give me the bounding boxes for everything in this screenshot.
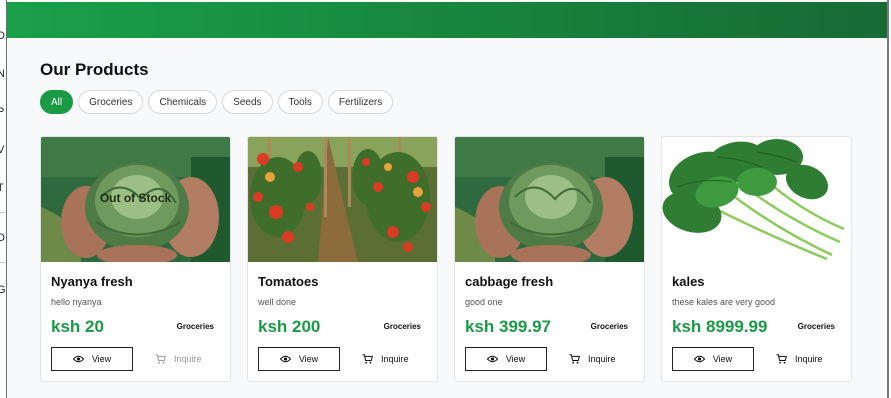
product-description: these kales are very good <box>672 297 776 307</box>
cart-icon <box>155 354 166 364</box>
edge-letter: T <box>0 182 4 194</box>
edge-letter: V <box>0 144 4 156</box>
inquire-label: Inquire <box>174 354 202 364</box>
inquire-button[interactable]: Inquire <box>155 347 202 371</box>
edge-letter: G <box>0 284 6 296</box>
category-filters: All Groceries Chemicals Seeds Tools Fert… <box>40 90 394 114</box>
product-card[interactable]: Out of Stock Nyanya fresh hello nyanya k… <box>40 136 231 382</box>
product-category: Groceries <box>176 322 214 331</box>
view-button[interactable]: View <box>258 347 340 371</box>
product-image-tomatoes[interactable] <box>248 137 437 262</box>
filter-tools[interactable]: Tools <box>277 90 323 114</box>
edge-divider <box>0 212 6 213</box>
product-description: hello nyanya <box>51 297 102 307</box>
edge-letter: N <box>0 68 5 80</box>
filter-all[interactable]: All <box>40 90 74 114</box>
edge-letter: P <box>0 106 4 118</box>
product-price: ksh 20 <box>51 317 104 336</box>
view-label: View <box>91 354 112 364</box>
filter-fertilizers[interactable]: Fertilizers <box>327 90 394 114</box>
view-button[interactable]: View <box>465 347 547 371</box>
filter-seeds[interactable]: Seeds <box>222 90 273 114</box>
eye-icon <box>693 355 705 363</box>
cart-icon <box>569 354 580 364</box>
view-label: View <box>298 354 319 364</box>
eye-icon <box>279 355 291 363</box>
product-card[interactable]: kales these kales are very good ksh 8999… <box>661 136 852 382</box>
product-description: well done <box>258 297 297 307</box>
out-of-stock-badge: Out of Stock <box>99 191 172 205</box>
edge-letter: D <box>0 232 5 244</box>
product-price: ksh 8999.99 <box>672 317 768 336</box>
product-card[interactable]: Tomatoes well done ksh 200 Groceries Vie… <box>247 136 438 382</box>
product-image-cabbage[interactable] <box>455 137 644 262</box>
product-name: Tomatoes <box>258 274 319 289</box>
inquire-label: Inquire <box>588 354 616 364</box>
view-label: View <box>712 354 733 364</box>
inquire-label: Inquire <box>795 354 823 364</box>
view-button[interactable]: View <box>51 347 133 371</box>
inquire-button[interactable]: Inquire <box>362 347 409 371</box>
header-banner <box>6 2 889 38</box>
inquire-button[interactable]: Inquire <box>569 347 616 371</box>
background-page-edge: D N P V T D G <box>0 0 7 398</box>
product-category: Groceries <box>797 322 835 331</box>
product-name: kales <box>672 274 705 289</box>
section-title: Our Products <box>40 60 149 79</box>
inquire-label: Inquire <box>381 354 409 364</box>
product-grid: Out of Stock Nyanya fresh hello nyanya k… <box>40 136 852 382</box>
product-card[interactable]: cabbage fresh good one ksh 399.97 Grocer… <box>454 136 645 382</box>
product-price: ksh 200 <box>258 317 321 336</box>
cart-icon <box>776 354 787 364</box>
window-edge <box>887 0 889 398</box>
view-label: View <box>505 354 526 364</box>
product-name: Nyanya fresh <box>51 274 133 289</box>
edge-divider <box>0 262 6 263</box>
view-button[interactable]: View <box>672 347 754 371</box>
filter-groceries[interactable]: Groceries <box>78 90 144 114</box>
product-name: cabbage fresh <box>465 274 554 289</box>
product-image-kales[interactable] <box>662 137 851 262</box>
product-category: Groceries <box>383 322 421 331</box>
inquire-button[interactable]: Inquire <box>776 347 823 371</box>
product-price: ksh 399.97 <box>465 317 552 336</box>
product-description: good one <box>465 297 503 307</box>
cart-icon <box>362 354 373 364</box>
product-image-cabbage[interactable]: Out of Stock <box>41 137 230 262</box>
eye-icon <box>72 355 84 363</box>
eye-icon <box>486 355 498 363</box>
products-panel: Our Products All Groceries Chemicals See… <box>6 0 889 398</box>
filter-chemicals[interactable]: Chemicals <box>148 90 218 114</box>
product-category: Groceries <box>590 322 628 331</box>
edge-letter: D <box>0 30 5 42</box>
